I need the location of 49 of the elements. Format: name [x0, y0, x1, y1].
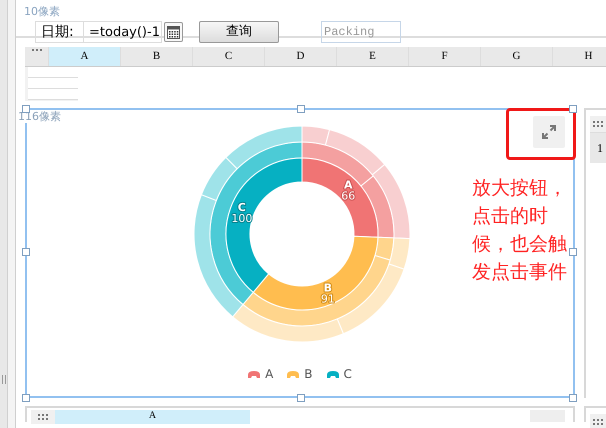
calendar-button[interactable]	[164, 22, 183, 42]
resize-handle[interactable]	[297, 105, 305, 113]
grid-handle-icon[interactable]	[37, 413, 49, 421]
column-header[interactable]: B	[121, 47, 193, 66]
column-header[interactable]: H	[553, 47, 606, 66]
column-header[interactable]: E	[337, 47, 409, 66]
donut-slice[interactable]	[226, 158, 302, 293]
resize-handle[interactable]	[22, 248, 30, 256]
expand-icon	[541, 124, 557, 140]
resize-handle[interactable]	[569, 248, 577, 256]
donut-slice[interactable]	[302, 158, 378, 238]
resize-handle[interactable]	[22, 105, 30, 113]
query-button[interactable]: 查询	[199, 21, 279, 43]
resize-handle[interactable]	[569, 105, 577, 113]
calendar-icon	[167, 26, 180, 38]
slice-label: A	[344, 178, 352, 192]
packing-field[interactable]: Packing	[321, 21, 401, 43]
table-cell: 1	[590, 133, 606, 163]
legend-marker-icon	[326, 370, 339, 378]
resize-handle[interactable]	[569, 394, 577, 402]
slice-value: 100	[231, 212, 252, 226]
date-label: 日期:	[35, 21, 84, 43]
legend-marker-icon	[287, 370, 300, 378]
spacing-label: 10像素	[24, 6, 60, 18]
column-header[interactable]: A	[55, 410, 250, 424]
date-field[interactable]: =today()-1	[84, 21, 162, 43]
legend-label[interactable]: C	[344, 367, 352, 381]
column-header[interactable]: G	[481, 47, 553, 66]
slice-label: B	[324, 282, 332, 295]
column-header[interactable]: D	[265, 47, 337, 66]
grid-handle-icon[interactable]	[592, 418, 604, 426]
slice-value: 91	[320, 292, 335, 306]
column-header[interactable]: C	[193, 47, 265, 66]
legend-label[interactable]: A	[265, 367, 274, 381]
slice-value: 66	[341, 190, 356, 203]
expand-button[interactable]	[533, 116, 565, 148]
highlight-frame	[506, 108, 576, 160]
grid-handle-icon[interactable]	[592, 120, 604, 128]
resize-handle[interactable]	[22, 394, 30, 402]
annotation-note: 放大按钮，点击的时候，也会触发点击事件	[472, 176, 568, 285]
column-header[interactable]: F	[409, 47, 481, 66]
slice-label: C	[238, 201, 246, 214]
legend-label[interactable]: B	[304, 367, 313, 381]
donut-slice[interactable]	[252, 236, 378, 310]
drag-handle-icon[interactable]	[2, 375, 6, 384]
resize-handle[interactable]	[297, 394, 305, 402]
column-header[interactable]: A	[49, 47, 121, 66]
more-icon	[32, 49, 42, 52]
legend-marker-icon	[248, 370, 260, 378]
